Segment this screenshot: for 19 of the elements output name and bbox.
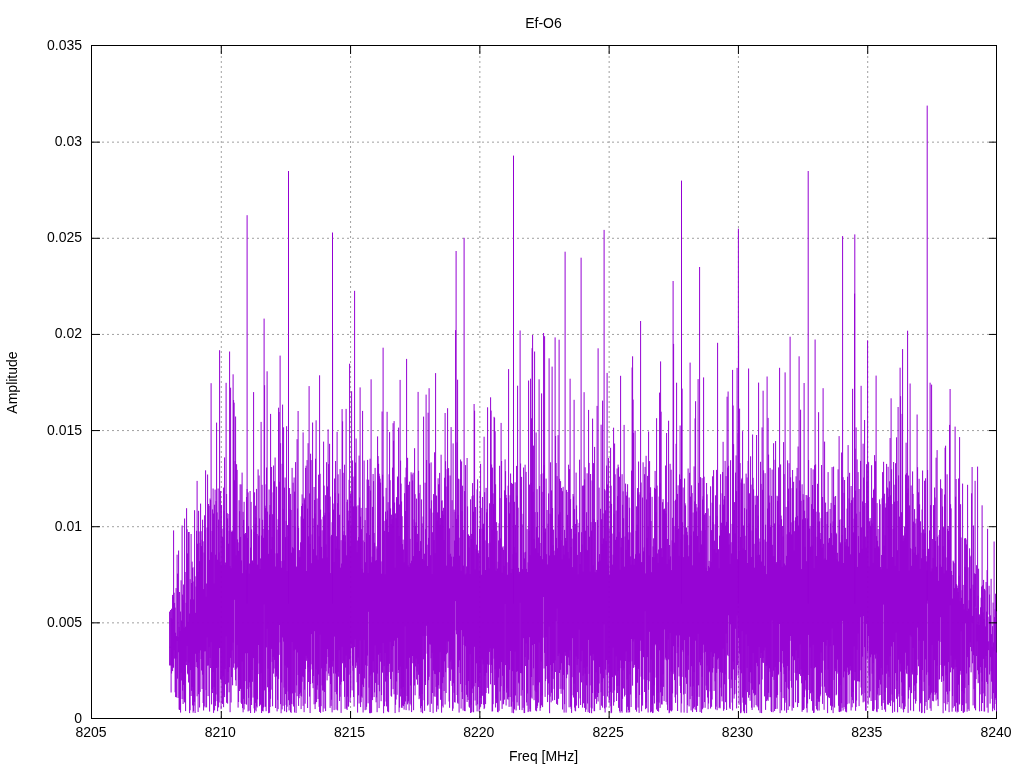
x-tick-label: 8235 bbox=[850, 724, 884, 740]
y-tick-label: 0.015 bbox=[45, 421, 82, 438]
y-tick-label: 0 bbox=[73, 710, 82, 726]
y-tick-label: 0.025 bbox=[45, 229, 82, 246]
y-tick-label: 0.01 bbox=[53, 517, 82, 534]
x-axis-label: Freq [MHz] bbox=[507, 747, 580, 766]
y-tick-label: 0.03 bbox=[53, 133, 82, 150]
x-tick-label: 8205 bbox=[74, 724, 108, 740]
chart-title: Ef-O6 bbox=[524, 14, 563, 33]
x-tick-label: 8210 bbox=[203, 724, 237, 740]
y-tick-label: 0.035 bbox=[45, 37, 82, 53]
y-tick-label: 0.02 bbox=[53, 325, 82, 342]
x-tick-label: 8220 bbox=[462, 724, 496, 740]
x-tick-label: 8240 bbox=[979, 724, 1013, 740]
x-tick-label: 8215 bbox=[333, 724, 367, 740]
x-tick-label: 8230 bbox=[720, 724, 754, 740]
y-axis-label: Amplitude bbox=[2, 350, 21, 416]
y-tick-label: 0.005 bbox=[45, 613, 82, 630]
x-tick-label: 8225 bbox=[591, 724, 625, 740]
